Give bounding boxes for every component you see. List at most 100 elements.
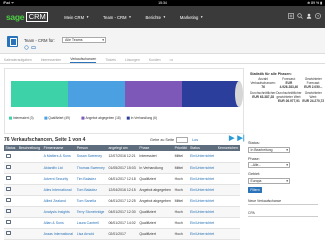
cell-person[interactable]: Tom Sanella (75, 195, 107, 207)
help-icon[interactable]: ? (315, 13, 321, 19)
funnel-segment[interactable] (68, 81, 126, 107)
cell-company[interactable]: Allied Zealand (42, 195, 76, 207)
statistics-panel: Statistik für alle Phasen: Anzahl Verkau… (250, 72, 325, 104)
legend-label[interactable]: Angebot abgegeben (18) (85, 116, 120, 120)
team-crm-icon (7, 36, 18, 47)
stat-forecast: Forecast: EUR 4.926.283,40 (276, 77, 301, 89)
goto-button[interactable]: Los (192, 138, 198, 142)
page-header: Team - CRM für: Alle Teams (0, 28, 325, 54)
table-row[interactable]: Aktanifix Ltd Thomas Sweeney 01/05/2017 … (4, 162, 240, 174)
sage-crm-logo[interactable]: sage CRM (6, 12, 49, 22)
cell-person[interactable]: Terry Stonebridge (75, 206, 107, 218)
opportunity-icon[interactable] (5, 175, 11, 181)
legend-label[interactable]: In Verhandlung (6) (131, 116, 157, 120)
cell-description (17, 206, 43, 218)
cell-priority: Mittel (173, 162, 189, 174)
cell-person[interactable]: Susan Sweeney (75, 151, 107, 163)
search-icon[interactable] (297, 13, 303, 19)
stat-weighted-value: Gewichteter Wert: EUR 24.270,72 (302, 92, 325, 103)
cell-status[interactable]: Ein/Unterrichtet (188, 184, 217, 196)
next-page-icon[interactable]: ▶ (229, 134, 234, 142)
print-icon[interactable] (31, 45, 36, 50)
cell-status[interactable]: Ein/Unterrichtet (188, 162, 217, 174)
refresh-icon[interactable] (24, 45, 29, 50)
user-icon[interactable] (306, 13, 312, 19)
product-text: CRM (26, 12, 49, 22)
funnel-segment[interactable] (11, 81, 69, 107)
cell-person[interactable]: Lisa Arnold (75, 228, 107, 240)
cell-status[interactable]: Ein/Unterrichtet (188, 206, 217, 218)
cell-company[interactable]: Araas International (42, 228, 76, 240)
table-row[interactable]: Allan & Sons Laura Cantrell 06/01/2017 1… (4, 217, 240, 229)
cell-status[interactable]: Ein/Unterrichtet (188, 195, 217, 207)
cell-description (17, 184, 43, 196)
cell-company[interactable]: A Matters & Sons (42, 151, 76, 163)
opportunity-icon[interactable] (5, 197, 11, 203)
opportunity-icon[interactable] (5, 153, 11, 158)
tab-verkaufschancen[interactable]: Verkaufschancen (70, 56, 97, 63)
cell-person[interactable]: Tim Baladez (75, 173, 107, 185)
cell-person[interactable]: Thomas Sweeney (75, 162, 107, 174)
last-page-icon[interactable]: ▶| (237, 134, 244, 142)
tab-loesungen[interactable]: Lösungen (125, 57, 140, 63)
funnel-segment[interactable] (125, 81, 183, 107)
cell-phase: In Verhandlung (137, 162, 174, 174)
cpa-action[interactable]: CPA (248, 209, 318, 217)
cell-phase: Qualifiziert (137, 228, 174, 240)
brand-text: sage (6, 12, 25, 22)
menu-berichte[interactable]: Berichte ▼ (146, 15, 166, 20)
team-select[interactable]: Alle Teams (62, 36, 106, 43)
table-row[interactable]: A Matters & Sons Susan Sweeney 12/07/201… (4, 151, 240, 163)
region-filter-select[interactable]: Europa (248, 177, 290, 184)
menu-mein-crm[interactable]: Mein CRM ▼ (64, 15, 89, 20)
opportunity-icon[interactable] (5, 208, 11, 214)
cell-flag (216, 217, 240, 229)
status-filter-select[interactable]: In Bearbeitung (248, 146, 290, 153)
cell-person[interactable]: Laura Cantrell (75, 217, 107, 229)
page-number-input[interactable] (176, 137, 189, 143)
filter-button[interactable]: Filtern (248, 186, 262, 193)
opportunity-icon[interactable] (5, 186, 11, 192)
cell-date: 12/04/2016 12:15 (106, 184, 138, 196)
table-row[interactable]: Ailes International Tom Baladez 12/04/20… (4, 184, 240, 196)
opportunity-icon[interactable] (5, 164, 11, 170)
cell-status[interactable]: Ein/Unterrichtet (188, 173, 217, 185)
table-row[interactable]: Allied Zealand Tom Sanella 04/01/2017 12… (4, 195, 240, 207)
funnel-segment[interactable] (182, 81, 240, 107)
table-row[interactable]: Advent Security Tim Baladez 04/01/2017 1… (4, 173, 240, 185)
table-row[interactable]: Araas International Lisa Arnold 02/01/20… (4, 228, 240, 240)
opportunity-icon[interactable] (5, 230, 11, 236)
cell-status[interactable]: Ein/Unterrichtet (188, 217, 217, 229)
new-opportunity-action[interactable]: Neue Verkaufschance (248, 197, 318, 205)
cell-company[interactable]: Advent Security (42, 173, 76, 185)
tab-kunden[interactable]: Kunden (149, 57, 161, 63)
menu-team-crm[interactable]: Team - CRM ▼ (103, 15, 131, 20)
phase-filter-label: Phase: (248, 156, 260, 161)
cell-company[interactable]: Allan & Sons (42, 217, 76, 229)
tab-interessenten[interactable]: Interessenten (41, 57, 62, 63)
legend-label[interactable]: Qualifiziert (49) (48, 116, 70, 120)
table-row[interactable]: Analysis Insights Terry Stonebridge 04/0… (4, 206, 240, 218)
new-record-icon[interactable] (288, 13, 294, 19)
cell-company[interactable]: Aktanifix Ltd (42, 162, 76, 174)
opportunity-icon[interactable] (5, 219, 11, 225)
legend-label[interactable]: Interessiert (3) (13, 116, 34, 120)
tab-tickets[interactable]: Tickets (105, 57, 116, 63)
cell-status[interactable]: Ein/Unterrichtet (188, 151, 217, 163)
cell-phase: Qualifiziert (137, 206, 174, 218)
cell-description (17, 173, 43, 185)
menu-label: Team - CRM (103, 14, 127, 20)
cell-company[interactable]: Analysis Insights (42, 206, 76, 218)
menu-marketing[interactable]: Marketing ▼ (180, 15, 203, 20)
chevron-down-icon: ▼ (86, 15, 90, 19)
tab-more[interactable]: ••• (170, 57, 174, 63)
goto-label: Gehe zu Seite (150, 137, 175, 142)
stats-title: Statistik für alle Phasen: (250, 72, 292, 76)
phase-filter-select[interactable]: --Alle-- (248, 162, 290, 169)
cell-person[interactable]: Tom Baladez (75, 184, 107, 196)
cell-company[interactable]: Ailes International (42, 184, 76, 196)
cell-status[interactable]: Ein/Unterrichtet (188, 228, 217, 240)
tab-kalenderaufgaben[interactable]: Kalenderaufgaben (4, 57, 32, 63)
cell-phase: Interessiert (137, 151, 174, 163)
legend-swatch (126, 116, 130, 120)
